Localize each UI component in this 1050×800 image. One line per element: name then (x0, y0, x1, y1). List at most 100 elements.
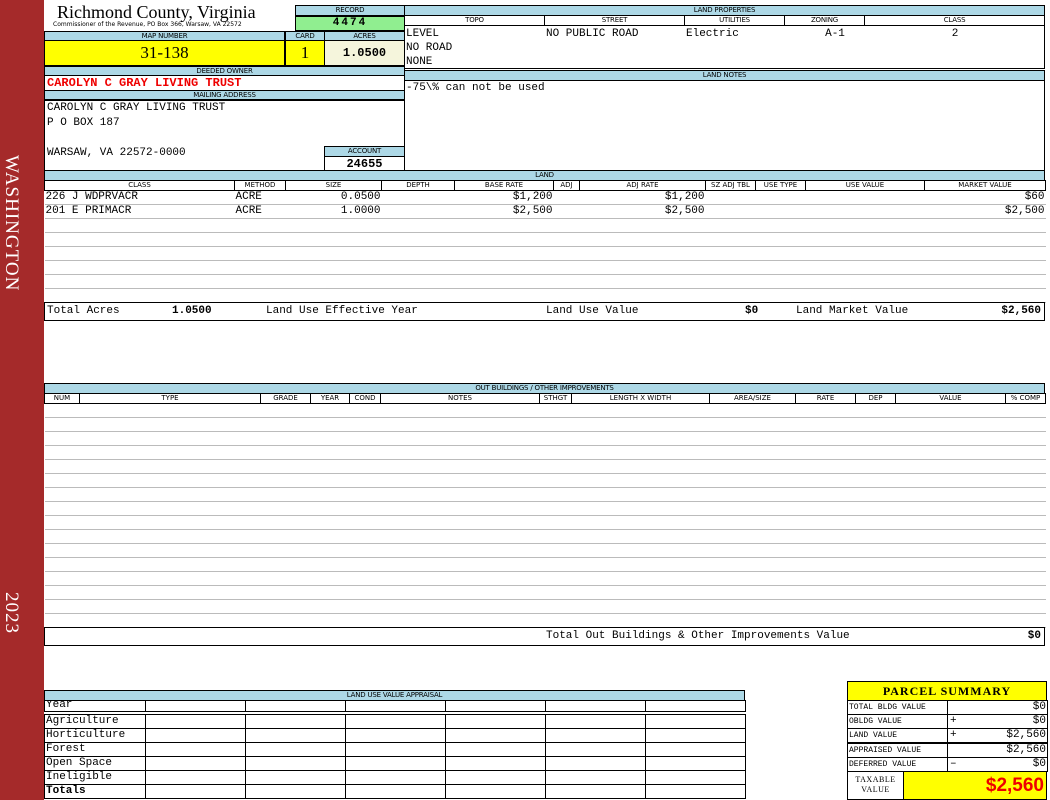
summary-label: APPRAISED VALUE (847, 742, 948, 758)
commissioner-address: Commissioner of the Revenue, PO Box 366,… (53, 21, 242, 28)
table-cell (454, 274, 554, 289)
table-cell (310, 459, 350, 474)
table-cell (805, 274, 925, 289)
table-cell (79, 403, 261, 418)
table-cell (44, 218, 235, 233)
appraisal-cell (145, 784, 246, 799)
appraisal-cell (145, 728, 246, 743)
table-cell (44, 288, 235, 303)
appraisal-cell (345, 728, 446, 743)
table-cell (709, 613, 796, 628)
empty-row (44, 487, 1046, 502)
table-cell (44, 417, 80, 432)
table-cell (895, 459, 1006, 474)
table-cell (380, 501, 540, 516)
empty-row (44, 459, 1046, 474)
table-cell (381, 232, 455, 247)
table-cell (579, 288, 706, 303)
table-cell (44, 515, 80, 530)
summary-value: $2,560 (947, 742, 1048, 758)
locality-sidebar: WASHINGTON 2023 (0, 0, 44, 800)
table-cell (1005, 543, 1046, 558)
table-cell (79, 557, 261, 572)
table-cell (234, 288, 286, 303)
column-header: USE TYPE (755, 180, 806, 191)
appraisal-row: Totals (44, 784, 746, 799)
table-cell (310, 445, 350, 460)
table-cell (895, 487, 1006, 502)
table-cell (234, 246, 286, 261)
empty-row (44, 529, 1046, 544)
table-cell (1005, 529, 1046, 544)
table-cell (571, 543, 710, 558)
table-cell (755, 232, 806, 247)
table-cell (895, 543, 1006, 558)
table-cell (380, 613, 540, 628)
table-cell (44, 274, 235, 289)
table-cell (895, 515, 1006, 530)
table-cell (855, 473, 896, 488)
table-cell (1005, 445, 1046, 460)
empty-row (44, 246, 1046, 261)
county-title: Richmond County, Virginia (57, 2, 256, 22)
table-cell (234, 274, 286, 289)
table-cell (454, 218, 554, 233)
appraisal-cell (245, 784, 346, 799)
table-cell (44, 246, 235, 261)
table-cell (705, 260, 756, 275)
table-cell (310, 543, 350, 558)
table-cell (79, 487, 261, 502)
table-cell (1005, 613, 1046, 628)
table-cell (709, 571, 796, 586)
appraisal-cell (345, 770, 446, 785)
table-cell (855, 487, 896, 502)
table-cell (234, 218, 286, 233)
table-row: 226 J WDPRVACR ACRE 0.0500 $1,200 $1,200 $60 (44, 190, 1046, 205)
table-cell (1005, 515, 1046, 530)
table-cell (805, 232, 925, 247)
table-cell (79, 445, 261, 460)
table-cell (539, 431, 572, 446)
empty-row (44, 543, 1046, 558)
land-market-value-label: Land Market Value (796, 305, 909, 317)
table-cell: $1,200 (454, 190, 554, 205)
table-cell (855, 599, 896, 614)
table-cell (571, 487, 710, 502)
map-number: 31-138 (44, 40, 285, 66)
appraisal-row: Horticulture (44, 728, 746, 743)
table-cell (805, 204, 925, 219)
table-cell (79, 543, 261, 558)
table-cell (349, 473, 381, 488)
topo-value: LEVEL (406, 28, 440, 40)
table-cell (260, 473, 311, 488)
table-cell (260, 459, 311, 474)
table-cell (79, 417, 261, 432)
empty-row (44, 260, 1046, 275)
table-cell (349, 599, 381, 614)
table-cell (895, 599, 1006, 614)
summary-amount: $0 (1032, 701, 1046, 714)
table-cell (579, 274, 706, 289)
column-header: VALUE (895, 393, 1006, 404)
year-label: Year (44, 700, 146, 712)
column-header: COND (349, 393, 381, 404)
table-cell (895, 417, 1006, 432)
column-header: YEAR (310, 393, 350, 404)
appraisal-cell (245, 714, 346, 729)
year-cell (245, 700, 346, 712)
land-notes: -75\% can not be used (404, 80, 1045, 171)
column-header: MARKET VALUE (924, 180, 1046, 191)
table-cell (79, 459, 261, 474)
table-cell (349, 459, 381, 474)
land-use-appraisal-table: Agriculture Horticulture Forest Open Space I… (44, 714, 746, 799)
land-use-value: $0 (745, 305, 759, 317)
land-properties-values: LEVEL NO ROAD NONE NO PUBLIC ROAD Electr… (404, 25, 1045, 69)
table-cell (1005, 431, 1046, 446)
column-header: METHOD (234, 180, 286, 191)
appraisal-cell (145, 756, 246, 771)
appraisal-cell (345, 784, 446, 799)
table-cell (709, 501, 796, 516)
table-cell (260, 445, 311, 460)
table-cell (380, 459, 540, 474)
table-cell (805, 246, 925, 261)
